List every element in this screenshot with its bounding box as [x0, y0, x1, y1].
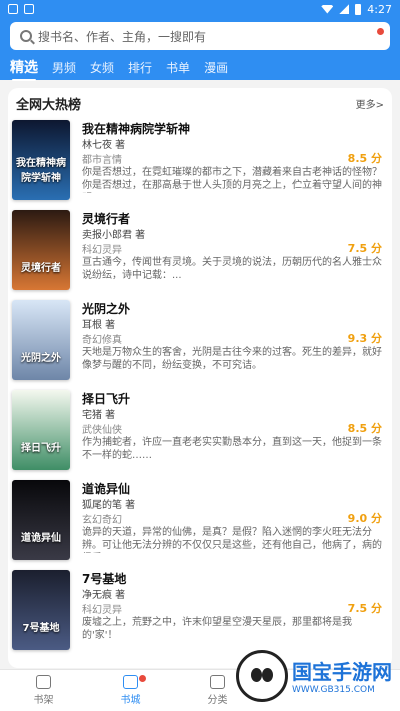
- book-score: 9.0 分: [347, 512, 382, 525]
- book-author: 林七夜 著: [82, 140, 126, 151]
- book-score: 9.3 分: [347, 332, 382, 345]
- book-cover[interactable]: 我在精神病院学斩神: [12, 120, 70, 200]
- book-cover[interactable]: 道诡异仙: [12, 480, 70, 560]
- tab-ranking[interactable]: 排行: [128, 59, 152, 76]
- watermark-url: WWW.GB315.COM: [292, 685, 375, 695]
- section-title: 全网大热榜: [16, 97, 82, 113]
- book-author: 卖报小郎君 著: [82, 230, 146, 241]
- home-icon: [123, 675, 138, 689]
- book-author: 狐尾的笔 著: [82, 500, 136, 511]
- tab-comics[interactable]: 漫画: [204, 59, 228, 76]
- book-score: 7.5 分: [347, 602, 382, 615]
- book-title[interactable]: 灵境行者: [82, 210, 382, 226]
- hot-list-panel: 全网大热榜 更多> 我在精神病院学斩神 我在精神病院学斩神 林七夜 著 都市言情…: [8, 88, 392, 668]
- book-item[interactable]: 光阴之外 光阴之外 耳根 著 奇幻修真 天地是万物众生的客舍，光阴是古往今来的过…: [12, 300, 388, 388]
- search-input[interactable]: 搜书名、作者、主角，一搜即有: [10, 22, 390, 50]
- book-author: 宅猪 著: [82, 410, 116, 421]
- watermark-text: 国宝手游网: [292, 660, 392, 684]
- book-genre: 科幻灵异: [82, 245, 122, 256]
- book-author: 净无痕 著: [82, 590, 126, 601]
- search-icon: [20, 30, 32, 42]
- book-title[interactable]: 我在精神病院学斩神: [82, 120, 382, 136]
- book-title[interactable]: 道诡异仙: [82, 480, 382, 496]
- nav-label: 分类: [207, 695, 228, 706]
- book-title[interactable]: 光阴之外: [82, 300, 382, 316]
- status-bar: 4:27: [0, 0, 400, 18]
- book-cover[interactable]: 7号基地: [12, 570, 70, 650]
- panda-logo-icon: [236, 649, 288, 702]
- bookshelf-icon: [36, 675, 51, 689]
- book-item[interactable]: 我在精神病院学斩神 我在精神病院学斩神 林七夜 著 都市言情 你是否想过，在霓虹…: [12, 120, 388, 208]
- status-time: 4:27: [367, 2, 392, 16]
- nav-red-dot: [139, 675, 146, 682]
- book-desc: 诡异的天道，异常的仙佛，是真？是假？陷入迷惘的李火旺无法分辨。可让他无法分辨的不…: [82, 527, 382, 551]
- book-title[interactable]: 7号基地: [82, 570, 382, 586]
- category-tabs: 精选 男频 女频 排行 书单 漫画: [0, 54, 400, 81]
- book-score: 7.5 分: [347, 242, 382, 255]
- tab-female[interactable]: 女频: [90, 59, 114, 76]
- nav-label: 书城: [120, 695, 141, 706]
- book-item[interactable]: 择日飞升 择日飞升 宅猪 著 武侠仙侠 作为捕蛇者，许应一直老老实实勤恳本分，直…: [12, 390, 388, 478]
- book-desc: 你是否想过，在霓虹璀璨的都市之下，潜藏着来自古老神话的怪物？你是否想过，在那高悬…: [82, 167, 382, 191]
- book-item[interactable]: 道诡异仙 道诡异仙 狐尾的笔 著 玄幻奇幻 诡异的天道，异常的仙佛，是真？是假？…: [12, 480, 388, 568]
- book-cover[interactable]: 择日飞升: [12, 390, 70, 470]
- shield-icon: [8, 4, 18, 14]
- tab-featured[interactable]: 精选: [10, 57, 38, 81]
- book-cover[interactable]: 灵境行者: [12, 210, 70, 290]
- book-desc: 天地是万物众生的客舍，光阴是古往今来的过客。死生的差异，就好像梦与醒的不同，纷纭…: [82, 347, 382, 371]
- book-genre: 玄幻奇幻: [82, 515, 122, 526]
- tab-booklist[interactable]: 书单: [166, 59, 190, 76]
- header: 搜书名、作者、主角，一搜即有 精选 男频 女频 排行 书单 漫画: [0, 18, 400, 81]
- book-genre: 奇幻修真: [82, 335, 122, 346]
- book-cover[interactable]: 光阴之外: [12, 300, 70, 380]
- book-desc: 亘古通今，传闻世有灵境。关于灵境的说法，历朝历代的名人雅士众说纷纭，诗中记载：.…: [82, 257, 382, 281]
- nav-label: 书架: [33, 695, 54, 706]
- search-placeholder: 搜书名、作者、主角，一搜即有: [38, 29, 207, 44]
- book-title[interactable]: 择日飞升: [82, 390, 382, 406]
- book-genre: 科幻灵异: [82, 605, 122, 616]
- book-genre: 都市言情: [82, 155, 122, 166]
- tab-male[interactable]: 男频: [52, 59, 76, 76]
- more-link[interactable]: 更多>: [356, 96, 384, 111]
- watermark: 国宝手游网 WWW.GB315.COM: [236, 640, 400, 711]
- nav-bookshelf[interactable]: 书架: [0, 670, 87, 711]
- book-score: 8.5 分: [347, 422, 382, 435]
- signal-icon: [339, 4, 350, 14]
- book-author: 耳根 著: [82, 320, 116, 331]
- book-item[interactable]: 灵境行者 灵境行者 卖报小郎君 著 科幻灵异 亘古通今，传闻世有灵境。关于灵境的…: [12, 210, 388, 298]
- battery-icon: [355, 3, 362, 15]
- grid-icon: [210, 675, 225, 689]
- search-red-dot: [377, 28, 384, 35]
- wifi-icon: [321, 4, 334, 14]
- book-desc: 废墟之上，荒野之中，许末仰望星空漫天星辰，那里都将是我的'家'！: [82, 617, 352, 641]
- notification-icon: [24, 4, 34, 14]
- book-genre: 武侠仙侠: [82, 425, 122, 436]
- book-score: 8.5 分: [347, 152, 382, 165]
- nav-bookstore[interactable]: 书城: [87, 670, 174, 711]
- book-desc: 作为捕蛇者，许应一直老老实实勤恳本分，直到这一天，他捉到一条不一样的蛇……: [82, 437, 382, 461]
